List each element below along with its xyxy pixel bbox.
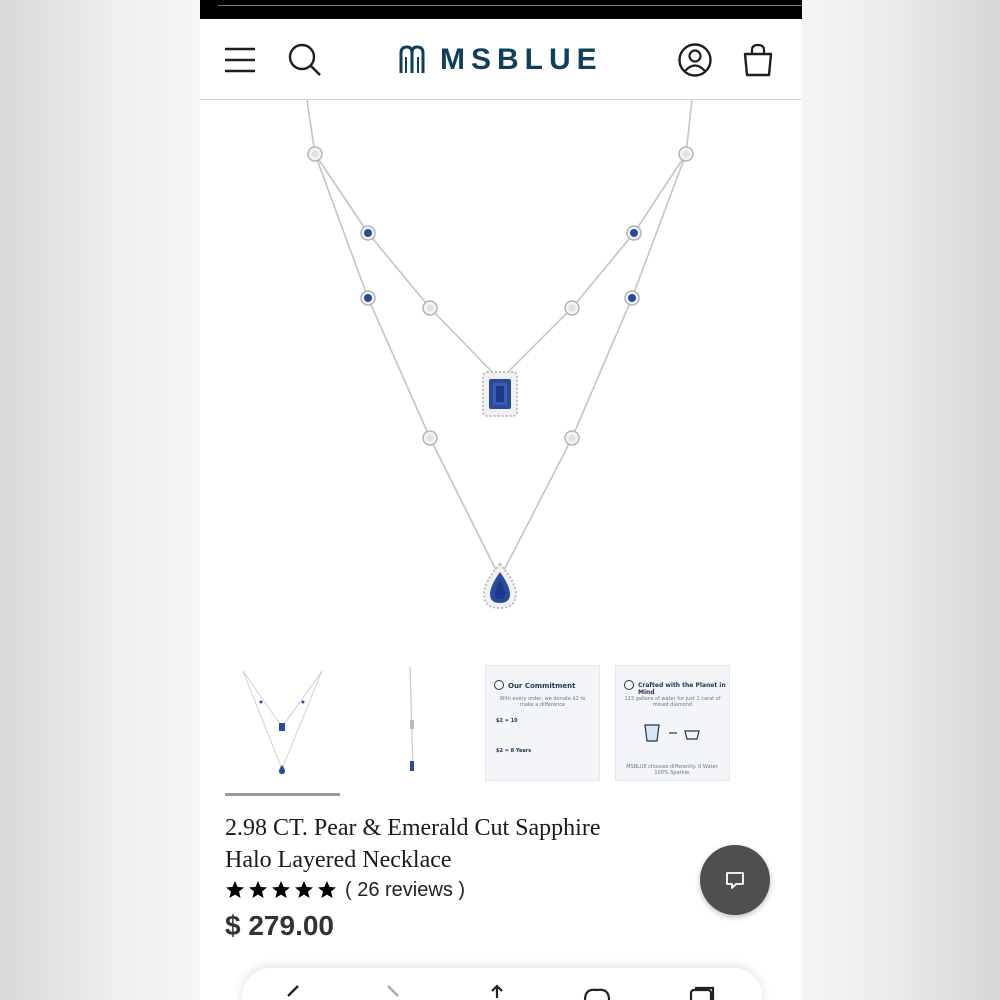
tabs-icon[interactable]: [687, 984, 717, 1000]
site-header: MSBLUE: [200, 19, 802, 100]
menu-icon[interactable]: [222, 43, 258, 77]
product-title: 2.98 CT. Pear & Emerald Cut Sapphire Hal…: [225, 812, 665, 876]
card-title: Crafted with the Planet in Mind: [638, 682, 726, 696]
share-icon[interactable]: [485, 984, 509, 1000]
account-icon[interactable]: [676, 41, 714, 79]
logo-badge-icon: [494, 680, 504, 690]
thumbnail-side[interactable]: [355, 665, 470, 781]
cart-icon[interactable]: [740, 41, 776, 79]
chat-bubble-icon: [726, 872, 744, 889]
forward-icon[interactable]: [382, 984, 406, 1000]
search-icon[interactable]: [286, 41, 324, 79]
product-title-line-1: 2.98 CT. Pear & Emerald Cut Sapphire: [225, 815, 601, 841]
thumbnail-planet-card[interactable]: Crafted with the Planet in Mind 123 gall…: [615, 665, 730, 781]
card-row: $2 = 10: [496, 718, 518, 724]
phone-screen: MSBLUE Our Commitment With every order, …: [200, 0, 802, 1000]
card-subtitle: With every order, we donate $2 to make a…: [499, 696, 586, 708]
star-icon: [226, 881, 244, 898]
browser-bottom-bar: [242, 968, 762, 1000]
card-subtitle: 123 gallons of water for just 1 carat of…: [624, 696, 721, 708]
brand-name: MSBLUE: [440, 43, 603, 76]
rating-stars: [225, 880, 337, 900]
reviews-count[interactable]: ( 26 reviews ): [345, 879, 465, 902]
background-left: [0, 0, 200, 1000]
gallery-thumbnails: Our Commitment With every order, we dona…: [225, 665, 785, 783]
logo-mark-icon: [399, 45, 425, 73]
thumbnail-front[interactable]: [225, 665, 340, 781]
card-title: Our Commitment: [508, 682, 576, 690]
card-footer: MSBLUE chooses differently. 0 Water. 100…: [626, 764, 719, 776]
water-cup-icon: [644, 724, 700, 742]
product-title-line-2: Halo Layered Necklace: [225, 847, 452, 873]
star-icon: [249, 881, 267, 898]
bookmarks-icon[interactable]: [582, 984, 612, 1000]
back-icon[interactable]: [282, 984, 306, 1000]
logo-badge-icon: [624, 680, 634, 690]
emerald-cut-pendant: [482, 371, 518, 417]
product-hero-image[interactable]: [200, 99, 802, 650]
star-icon: [272, 881, 290, 898]
product-price: $ 279.00: [225, 910, 334, 941]
pear-pendant: [482, 562, 518, 610]
status-bar: [200, 0, 802, 19]
star-icon: [295, 881, 313, 898]
thumbnail-commitment-card[interactable]: Our Commitment With every order, we dona…: [485, 665, 600, 781]
card-row: $2 = 8 Years: [496, 748, 532, 754]
chat-button[interactable]: [700, 845, 770, 915]
star-icon: [318, 881, 336, 898]
gallery-active-indicator: [225, 793, 340, 796]
brand-logo[interactable]: MSBLUE: [398, 41, 608, 79]
product-rating[interactable]: ( 26 reviews ): [225, 876, 465, 904]
background-right: [802, 0, 1000, 1000]
